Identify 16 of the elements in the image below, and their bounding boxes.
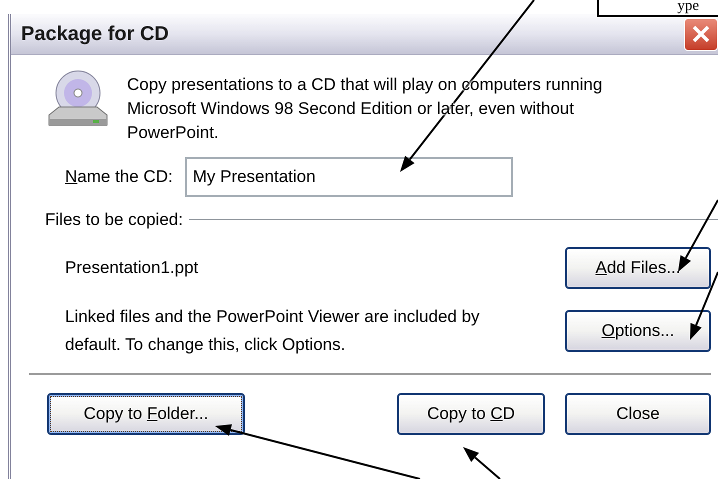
callout-text: ype	[677, 0, 699, 15]
annotation-arrow	[463, 447, 501, 479]
dialog-button[interactable]: Close	[565, 392, 711, 434]
close-icon	[691, 24, 711, 44]
add-files-button[interactable]: Add Files...	[565, 246, 711, 288]
options-button[interactable]: Options...	[565, 310, 711, 352]
file-name: Presentation1.ppt	[65, 256, 198, 279]
dialog-button[interactable]: Copy to CD	[397, 392, 545, 434]
window-title: Package for CD	[21, 22, 169, 47]
group-title: Files to be copied:	[45, 209, 183, 231]
dialog-button[interactable]: Copy to Folder...	[47, 392, 245, 434]
close-button[interactable]	[684, 18, 718, 50]
linked-files-note: Linked files and the PowerPoint Viewer are included by default. To change this, click Options.	[65, 306, 481, 356]
annotation-arrow	[690, 272, 718, 340]
field-label: Name the CD:	[65, 166, 173, 188]
name-field[interactable]: My Presentation	[184, 157, 513, 197]
